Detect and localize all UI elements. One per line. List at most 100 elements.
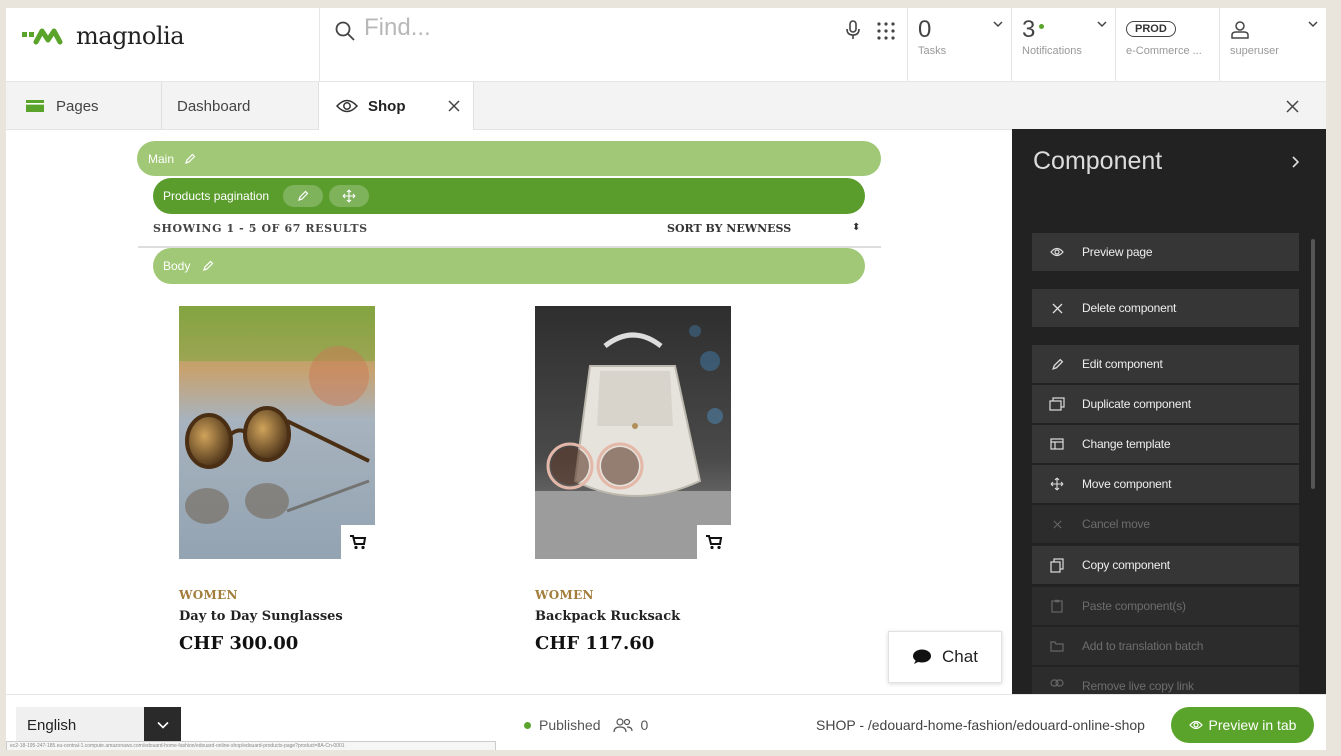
action-remove-live-copy-link[interactable]: Remove live copy link xyxy=(1032,667,1299,694)
action-delete-component[interactable]: Delete component xyxy=(1032,289,1299,327)
action-label: Remove live copy link xyxy=(1082,679,1194,693)
language-select[interactable]: English xyxy=(16,707,181,743)
pencil-icon[interactable] xyxy=(202,260,214,272)
chat-button[interactable]: Chat xyxy=(888,631,1002,683)
tasks-label: Tasks xyxy=(918,45,947,57)
move-icon xyxy=(1050,477,1064,491)
environment-badge: PROD xyxy=(1126,21,1176,37)
folder-icon xyxy=(1050,641,1064,652)
body-area-bar[interactable]: Body xyxy=(153,248,865,284)
close-app-icon[interactable] xyxy=(1286,100,1299,113)
product-name[interactable]: Backpack Rucksack xyxy=(535,609,680,624)
product-category: WOMEN xyxy=(179,588,238,602)
close-icon xyxy=(1052,519,1062,529)
user-tile[interactable]: superuser xyxy=(1219,8,1326,82)
paste-icon xyxy=(1051,599,1063,613)
sort-select[interactable]: SORT BY NEWNESS xyxy=(667,222,791,235)
chevron-right-icon[interactable] xyxy=(1291,156,1299,168)
tasks-count: 0 xyxy=(918,16,932,43)
chevron-down-icon xyxy=(156,721,169,729)
sort-arrows-icon[interactable]: ⬍ xyxy=(852,222,860,233)
action-add-to-translation-batch[interactable]: Add to translation batch xyxy=(1032,627,1299,665)
pencil-icon xyxy=(298,190,309,201)
chat-label: Chat xyxy=(942,647,978,666)
copy-icon xyxy=(1050,557,1064,573)
notifications-tile[interactable]: 3 Notifications xyxy=(1011,8,1115,82)
tasks-tile[interactable]: 0 Tasks xyxy=(907,8,1011,82)
move-pill[interactable] xyxy=(329,185,370,207)
action-cancel-move[interactable]: Cancel move xyxy=(1032,505,1299,543)
chevron-down-icon xyxy=(993,21,1003,28)
preview-label: Preview in tab xyxy=(1208,717,1297,733)
backpack-photo xyxy=(535,306,731,559)
action-label: Delete component xyxy=(1082,301,1177,315)
duplicate-icon xyxy=(1049,397,1065,411)
search-icon xyxy=(335,21,355,41)
pencil-icon[interactable] xyxy=(184,153,196,165)
action-label: Copy component xyxy=(1082,558,1170,572)
search-area xyxy=(319,8,906,82)
action-label: Paste component(s) xyxy=(1082,599,1186,613)
status-dot xyxy=(524,721,531,729)
notifications-count: 3 xyxy=(1022,16,1036,43)
user-icon xyxy=(1231,21,1249,39)
magnolia-logo-icon xyxy=(22,28,63,45)
apps-grid-icon[interactable] xyxy=(876,21,896,41)
cart-icon xyxy=(350,535,367,550)
pagination-component-bar[interactable]: Products pagination xyxy=(153,178,865,214)
action-copy-component[interactable]: Copy component xyxy=(1032,546,1299,584)
add-to-cart-button[interactable] xyxy=(341,525,375,559)
cart-icon xyxy=(706,535,723,550)
pagination-component-label: Products pagination xyxy=(163,189,270,203)
action-edit-component[interactable]: Edit component xyxy=(1032,345,1299,383)
chevron-down-icon xyxy=(1097,21,1107,28)
environment-tile[interactable]: PROD e-Commerce ... xyxy=(1115,8,1219,82)
product-price: CHF 117.60 xyxy=(535,633,655,654)
status-label: Published xyxy=(539,717,601,733)
product-image-backpack[interactable] xyxy=(535,306,731,559)
panel-scrollbar[interactable] xyxy=(1311,239,1315,489)
language-dropdown-button[interactable] xyxy=(144,707,181,743)
search-input[interactable] xyxy=(364,14,764,42)
add-to-cart-button[interactable] xyxy=(697,525,731,559)
close-tab-icon[interactable] xyxy=(448,100,460,112)
action-label: Preview page xyxy=(1082,245,1153,259)
notification-dot xyxy=(1039,24,1044,29)
main-area-bar[interactable]: Main xyxy=(137,141,881,176)
tab-shop-label: Shop xyxy=(368,97,406,115)
action-change-template[interactable]: Change template xyxy=(1032,425,1299,463)
action-label: Add to translation batch xyxy=(1082,639,1204,653)
app-window: magnolia 0 Tasks xyxy=(6,8,1326,750)
action-preview-page[interactable]: Preview page xyxy=(1032,233,1299,271)
tab-dashboard-label: Dashboard xyxy=(177,97,251,115)
language-value: English xyxy=(27,716,77,734)
action-paste-component[interactable]: Paste component(s) xyxy=(1032,587,1299,625)
page-path: SHOP - /edouard-home-fashion/edouard-onl… xyxy=(816,717,1145,733)
tab-shop[interactable]: Shop xyxy=(319,82,474,130)
action-duplicate-component[interactable]: Duplicate component xyxy=(1032,385,1299,423)
users-count: 0 xyxy=(640,717,649,733)
logo-text: magnolia xyxy=(76,22,185,50)
action-label: Duplicate component xyxy=(1082,397,1191,411)
edit-pill[interactable] xyxy=(283,185,324,207)
product-price: CHF 300.00 xyxy=(179,633,299,654)
action-label: Edit component xyxy=(1082,357,1163,371)
main-area-label: Main xyxy=(148,151,175,166)
preview-in-tab-button[interactable]: Preview in tab xyxy=(1171,707,1314,743)
status-url: ec2-18-195-247-185.eu-central-1.compute.… xyxy=(6,741,496,750)
product-image-sunglasses[interactable] xyxy=(179,306,375,559)
action-label: Move component xyxy=(1082,477,1172,491)
microphone-icon[interactable] xyxy=(844,19,862,41)
tab-dashboard[interactable]: Dashboard xyxy=(162,82,319,130)
eye-icon xyxy=(1050,247,1064,257)
tab-pages[interactable]: Pages xyxy=(6,82,162,130)
action-label: Cancel move xyxy=(1082,517,1150,531)
eye-icon xyxy=(336,99,358,113)
chevron-down-icon xyxy=(1308,21,1318,28)
logo[interactable]: magnolia xyxy=(20,22,185,50)
product-name[interactable]: Day to Day Sunglasses xyxy=(179,609,343,624)
action-move-component[interactable]: Move component xyxy=(1032,465,1299,503)
results-count: SHOWING 1 - 5 OF 67 RESULTS xyxy=(153,222,368,235)
users-icon xyxy=(612,718,633,733)
notifications-label: Notifications xyxy=(1022,45,1082,57)
